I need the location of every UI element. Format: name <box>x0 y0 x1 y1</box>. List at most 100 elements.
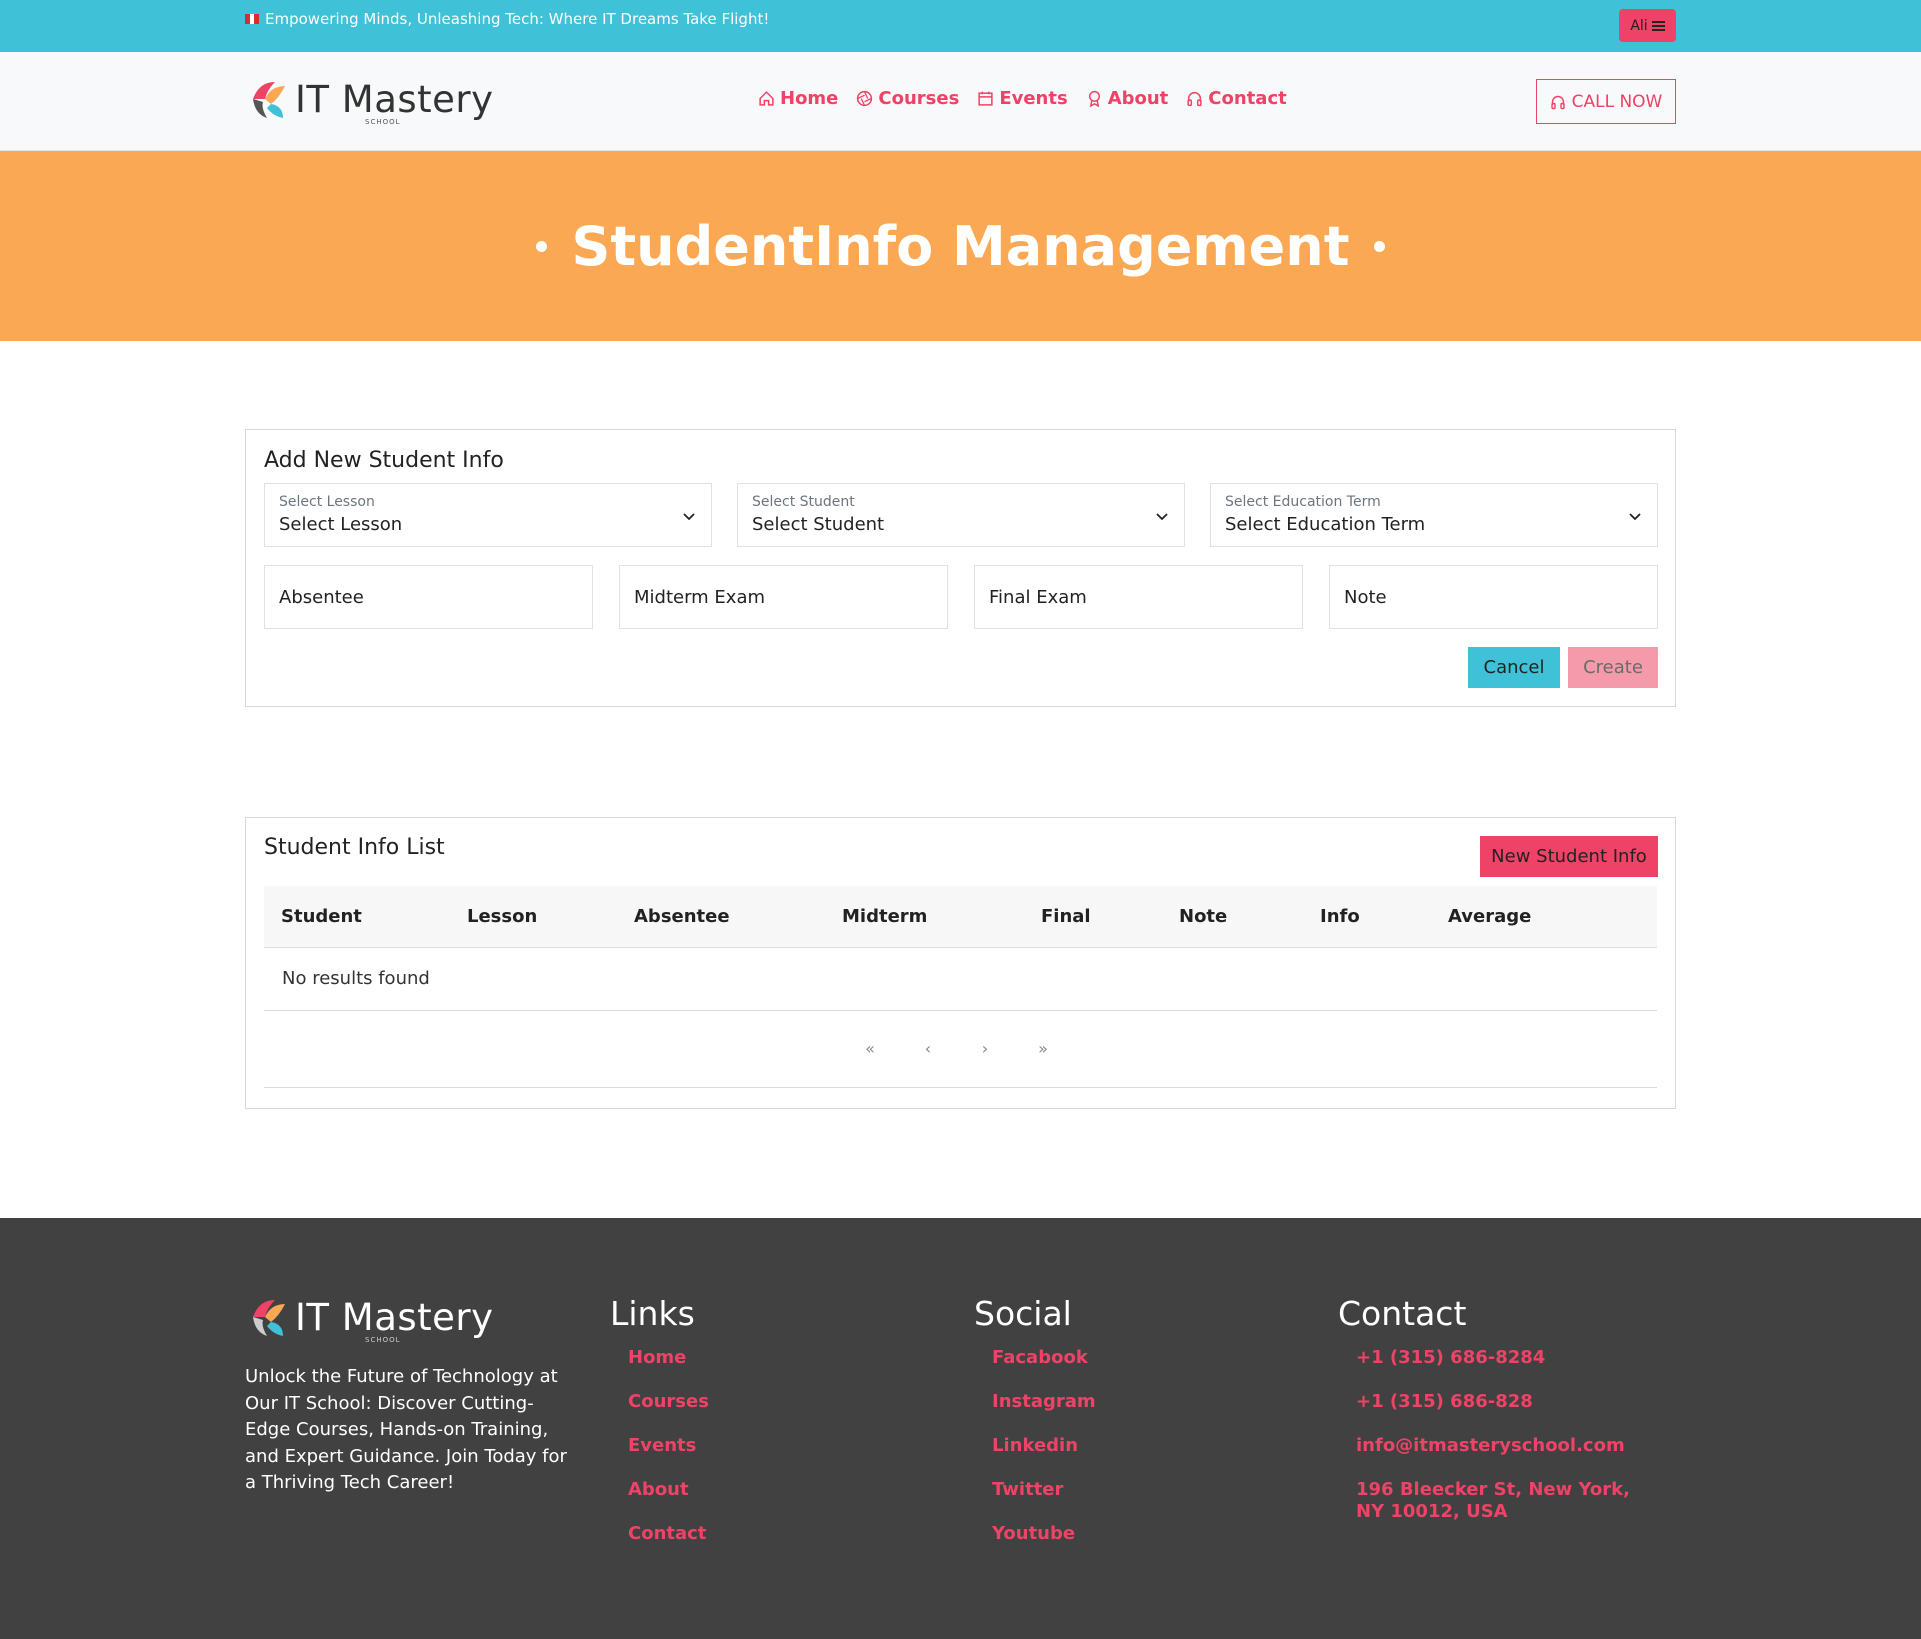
footer-social-youtube[interactable]: Youtube <box>992 1523 1096 1567</box>
first-page-icon[interactable]: « <box>860 1039 880 1059</box>
footer-social-column: Social Facabook Instagram Linkedin Twitt… <box>974 1294 1096 1567</box>
student-info-table: Student Lesson Absentee Midterm Final No… <box>264 886 1657 1088</box>
footer-phone-1[interactable]: +1 (315) 686-8284 <box>1356 1347 1638 1391</box>
nav-courses-label: Courses <box>878 88 960 109</box>
top-bar: Empowering Minds, Unleashing Tech: Where… <box>0 0 1921 52</box>
footer-phone-2[interactable]: +1 (315) 686-828 <box>1356 1391 1638 1435</box>
column-absentee[interactable]: Absentee <box>634 906 730 927</box>
last-page-icon[interactable]: » <box>1033 1039 1053 1059</box>
tagline: Empowering Minds, Unleashing Tech: Where… <box>245 10 769 28</box>
page-title-text: StudentInfo Management <box>571 214 1350 278</box>
new-student-info-button[interactable]: New Student Info <box>1480 836 1658 877</box>
student-select[interactable]: Select Student Select Student <box>737 483 1185 547</box>
logo-mark-icon <box>253 1300 285 1336</box>
tagline-text: Empowering Minds, Unleashing Tech: Where… <box>265 10 770 28</box>
list-title: Student Info List <box>264 835 445 860</box>
user-name: Ali <box>1630 17 1648 34</box>
footer-link-about[interactable]: About <box>628 1479 709 1523</box>
footer-link-events[interactable]: Events <box>628 1435 709 1479</box>
student-info-list-card: Student Info List New Student Info Stude… <box>245 817 1676 1109</box>
create-button[interactable]: Create <box>1568 647 1658 688</box>
next-page-icon[interactable]: › <box>975 1039 995 1059</box>
footer-link-courses[interactable]: Courses <box>628 1391 709 1435</box>
nav-events[interactable]: Events <box>977 88 1068 109</box>
user-menu-button[interactable]: Ali <box>1619 9 1676 42</box>
nav-events-label: Events <box>999 88 1068 109</box>
main-nav: Home Courses Events About Contact <box>758 88 1287 109</box>
column-lesson[interactable]: Lesson <box>467 906 537 927</box>
footer-contact-title: Contact <box>1338 1294 1467 1333</box>
page-title: StudentInfo Management <box>536 214 1385 278</box>
education-term-select-label: Select Education Term <box>1225 494 1381 510</box>
call-now-button[interactable]: CALL NOW <box>1536 79 1676 124</box>
add-student-info-card: Add New Student Info Select Lesson Selec… <box>245 429 1676 707</box>
chevron-down-icon <box>1629 513 1641 521</box>
footer-description: Unlock the Future of Technology at Our I… <box>245 1366 567 1493</box>
table-header: Student Lesson Absentee Midterm Final No… <box>264 886 1657 948</box>
hero-banner: StudentInfo Management <box>0 151 1921 341</box>
absentee-input[interactable]: Absentee <box>264 565 593 629</box>
column-info[interactable]: Info <box>1320 906 1360 927</box>
cancel-button[interactable]: Cancel <box>1468 647 1560 688</box>
form-title: Add New Student Info <box>264 448 504 473</box>
menu-icon <box>1651 20 1665 31</box>
footer-social-instagram[interactable]: Instagram <box>992 1391 1096 1435</box>
lesson-select-label: Select Lesson <box>279 494 375 510</box>
column-midterm[interactable]: Midterm <box>842 906 927 927</box>
student-select-value: Select Student <box>752 514 885 535</box>
award-icon <box>1088 90 1100 107</box>
flag-icon <box>245 14 259 24</box>
nav-about-label: About <box>1107 88 1169 109</box>
nav-home[interactable]: Home <box>758 88 838 109</box>
footer-address[interactable]: 196 Bleecker St, New York, NY 10012, USA <box>1356 1479 1638 1539</box>
brand-name: IT Mastery <box>295 77 494 121</box>
column-student[interactable]: Student <box>281 906 362 927</box>
headphones-icon <box>1550 95 1565 109</box>
footer-brand-name: IT Mastery <box>295 1295 494 1339</box>
prev-page-icon[interactable]: ‹ <box>918 1039 938 1059</box>
headphones-icon <box>1187 91 1202 107</box>
header-logo[interactable]: IT Mastery SCHOOL <box>245 76 494 126</box>
midterm-exam-input[interactable]: Midterm Exam <box>619 565 948 629</box>
footer-logo[interactable]: IT Mastery SCHOOL <box>245 1294 494 1344</box>
chevron-down-icon <box>683 513 695 521</box>
education-term-select[interactable]: Select Education Term Select Education T… <box>1210 483 1658 547</box>
header: IT Mastery SCHOOL Home Courses Events Ab… <box>0 52 1921 151</box>
footer-social-linkedin[interactable]: Linkedin <box>992 1435 1096 1479</box>
footer-social-twitter[interactable]: Twitter <box>992 1479 1096 1523</box>
column-note[interactable]: Note <box>1179 906 1227 927</box>
nav-contact[interactable]: Contact <box>1186 88 1287 109</box>
lesson-select-value: Select Lesson <box>279 514 403 535</box>
table-row: No results found <box>264 948 1657 1011</box>
footer-brand-sub: SCHOOL <box>365 1336 401 1344</box>
footer-contact-column: Contact +1 (315) 686-8284 +1 (315) 686-8… <box>1338 1294 1638 1539</box>
nav-home-label: Home <box>780 88 839 109</box>
home-icon <box>759 91 774 106</box>
pagination: « ‹ › » <box>264 1011 1657 1088</box>
bullet-icon <box>1373 240 1385 252</box>
note-input[interactable]: Note <box>1329 565 1658 629</box>
nav-contact-label: Contact <box>1208 88 1287 109</box>
column-average[interactable]: Average <box>1448 906 1531 927</box>
final-exam-input[interactable]: Final Exam <box>974 565 1303 629</box>
column-final[interactable]: Final <box>1041 906 1091 927</box>
logo-mark-icon <box>253 82 285 118</box>
footer-links-column: Links Home Courses Events About Contact <box>610 1294 709 1567</box>
nav-about[interactable]: About <box>1086 88 1169 109</box>
footer-social-facebook[interactable]: Facabook <box>992 1347 1096 1391</box>
chevron-down-icon <box>1156 513 1168 521</box>
education-term-select-value: Select Education Term <box>1225 514 1426 535</box>
empty-message: No results found <box>282 968 430 989</box>
footer: IT Mastery SCHOOL Unlock the Future of T… <box>0 1218 1921 1639</box>
nav-courses[interactable]: Courses <box>856 88 959 109</box>
calendar-icon <box>978 91 993 106</box>
footer-email[interactable]: info@itmasteryschool.com <box>1356 1435 1638 1479</box>
footer-link-contact[interactable]: Contact <box>628 1523 709 1567</box>
brand-sub: SCHOOL <box>365 118 401 126</box>
footer-link-home[interactable]: Home <box>628 1347 709 1391</box>
student-select-label: Select Student <box>752 494 855 510</box>
bullet-icon <box>536 240 548 252</box>
aperture-icon <box>857 90 873 107</box>
footer-links-title: Links <box>610 1294 695 1333</box>
lesson-select[interactable]: Select Lesson Select Lesson <box>264 483 712 547</box>
